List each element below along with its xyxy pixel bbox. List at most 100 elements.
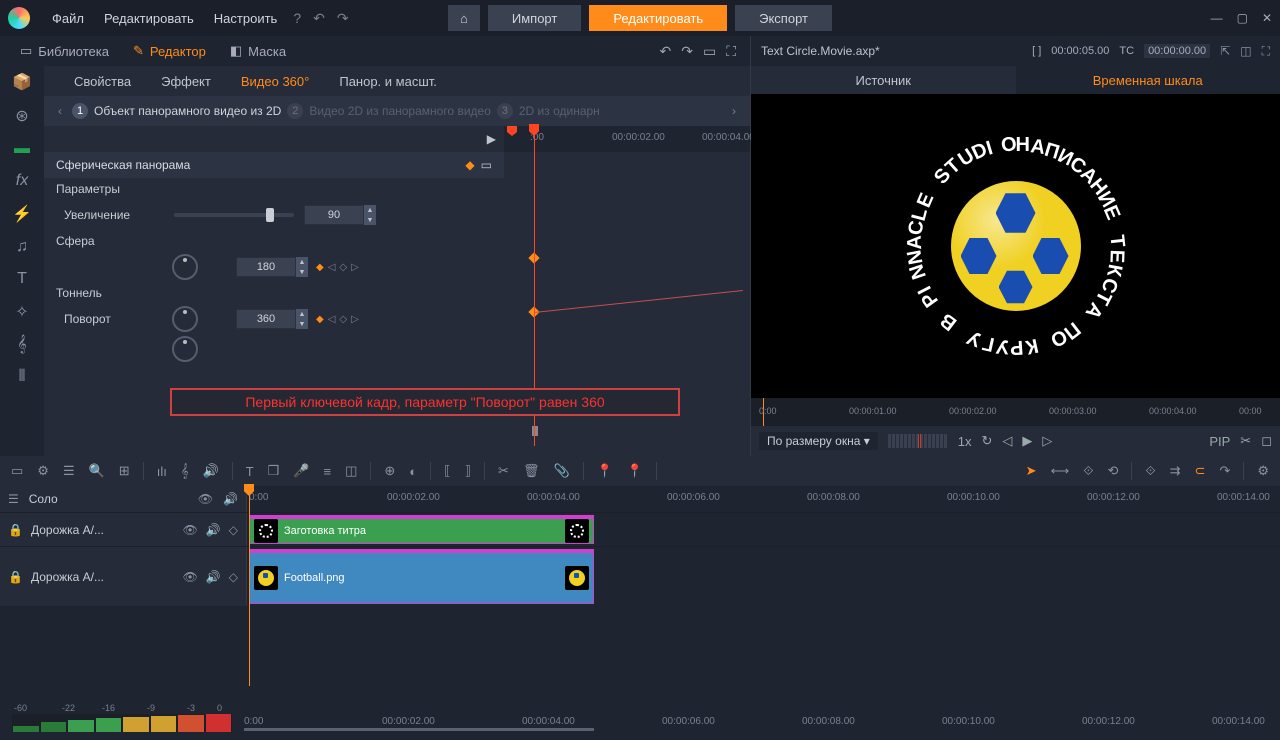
rotate-stepper[interactable]: ▲▼ bbox=[296, 309, 308, 329]
step1-label[interactable]: Объект панорамного видео из 2D bbox=[94, 104, 281, 118]
speed-label[interactable]: 1x bbox=[958, 434, 972, 449]
track1-speaker-icon[interactable]: 🔊 bbox=[206, 523, 221, 537]
sidebar-text-icon[interactable]: T bbox=[17, 270, 27, 288]
preview-tab-timeline[interactable]: Временная шкала bbox=[1016, 66, 1280, 94]
sidebar-columns-icon[interactable]: ⦀ bbox=[18, 368, 25, 386]
tl-trim2-icon[interactable]: ⟧ bbox=[462, 463, 474, 479]
sphere-rotary[interactable] bbox=[172, 254, 198, 280]
sidebar-globe-icon[interactable]: ⊛ bbox=[15, 106, 28, 126]
track1-name[interactable]: Дорожка A/... bbox=[31, 523, 104, 537]
sphere-kf-icon[interactable]: ◆ bbox=[316, 262, 324, 273]
tl-zoom-icon[interactable]: 🔍 bbox=[86, 463, 108, 479]
close-icon[interactable]: ✕ bbox=[1262, 11, 1272, 25]
tl-speaker-icon[interactable]: 🔊 bbox=[223, 492, 238, 506]
tl-marker2-icon[interactable]: 📍 bbox=[624, 463, 646, 479]
tl-treble-icon[interactable]: 𝄞 bbox=[178, 463, 192, 479]
tl-clip-icon[interactable]: 📎 bbox=[550, 463, 572, 479]
rotate-kf-icon[interactable]: ◆ bbox=[316, 314, 324, 325]
timeline-playhead[interactable] bbox=[249, 486, 250, 686]
tl-slip-icon[interactable]: ⟲ bbox=[1104, 463, 1121, 479]
track2-name[interactable]: Дорожка A/... bbox=[31, 570, 104, 584]
tl-split-icon[interactable]: ◫ bbox=[342, 463, 360, 479]
sidebar-layers-icon[interactable]: ▬ bbox=[14, 140, 30, 158]
sidebar-bolt-icon[interactable]: ⚡ bbox=[12, 204, 32, 224]
efftab-properties[interactable]: Свойства bbox=[74, 74, 131, 89]
tl-collapse-icon[interactable]: ☰ bbox=[8, 492, 19, 506]
help-icon[interactable]: ? bbox=[287, 10, 307, 26]
tl-gear2-icon[interactable]: ⚙ bbox=[1254, 463, 1272, 479]
tl-gear-icon[interactable]: ⚙ bbox=[34, 463, 52, 479]
full-icon[interactable]: ⛶ bbox=[1262, 44, 1270, 59]
sphere-kf-next[interactable]: ▷ bbox=[351, 262, 359, 273]
sidebar-fx-icon[interactable]: fx bbox=[16, 172, 28, 190]
step-prev-icon[interactable]: ‹ bbox=[54, 104, 66, 118]
menu-settings[interactable]: Настроить bbox=[204, 11, 288, 26]
tab-mask[interactable]: ◧Маска bbox=[218, 43, 298, 59]
step-fwd-icon[interactable]: ▷ bbox=[1042, 433, 1052, 449]
track2-eye-icon[interactable]: 👁 bbox=[183, 570, 198, 584]
kf-bottom-marker[interactable] bbox=[532, 426, 538, 436]
maximize-icon[interactable]: ▢ bbox=[1237, 11, 1248, 25]
zoom-slider[interactable] bbox=[174, 213, 294, 217]
clip-title-template[interactable]: Заготовка титра bbox=[249, 515, 594, 544]
step2-label[interactable]: Видео 2D из панорамного видео bbox=[309, 104, 491, 118]
clip-football-png[interactable]: Football.png bbox=[249, 549, 594, 604]
undo-icon[interactable]: ↶ bbox=[307, 10, 331, 27]
snapshot-icon[interactable]: ◻ bbox=[1261, 433, 1272, 449]
sidebar-music-icon[interactable]: ♫ bbox=[16, 238, 28, 256]
loop-icon[interactable]: ↻ bbox=[981, 433, 992, 449]
kf-diamond-icon[interactable]: ◆ bbox=[465, 158, 474, 172]
efftab-video360[interactable]: Видео 360° bbox=[241, 74, 309, 89]
panel-icon[interactable]: ▭ bbox=[703, 43, 716, 60]
import-button[interactable]: Импорт bbox=[488, 5, 581, 31]
tl-magnet-icon[interactable]: ⊂ bbox=[1192, 463, 1209, 479]
tl-razor-icon[interactable]: ⟐ bbox=[1080, 463, 1096, 479]
rotate-rotary[interactable] bbox=[172, 306, 198, 332]
pip-label[interactable]: PIP bbox=[1209, 434, 1230, 449]
kf-window-icon[interactable]: ▭ bbox=[481, 158, 492, 172]
rotate-kf-next[interactable]: ▷ bbox=[351, 314, 359, 325]
menu-file[interactable]: Файл bbox=[42, 11, 94, 26]
fullscreen-icon[interactable]: ⛶ bbox=[726, 43, 736, 60]
tl-snap-icon[interactable]: ⊞ bbox=[116, 463, 133, 479]
track2-speaker-icon[interactable]: 🔊 bbox=[206, 570, 221, 584]
sphere-kf-add[interactable]: ◇ bbox=[339, 262, 347, 273]
tl-marker-icon[interactable]: 📍 bbox=[594, 463, 616, 479]
step-next-icon[interactable]: › bbox=[728, 104, 740, 118]
tl-storyboard-icon[interactable]: ▭ bbox=[8, 463, 26, 479]
tl-trim-icon[interactable]: ⟦ bbox=[441, 463, 453, 479]
redo-icon[interactable]: ↷ bbox=[331, 10, 355, 27]
tl-link-icon[interactable]: ⟐ bbox=[1142, 463, 1158, 479]
timeline-scrollbar[interactable] bbox=[244, 728, 594, 731]
track2-kf-icon[interactable]: ◇ bbox=[229, 570, 238, 584]
sidebar-treble-icon[interactable]: 𝄞 bbox=[17, 336, 26, 354]
sphere-kf-prev[interactable]: ◁ bbox=[328, 262, 336, 273]
edit-button[interactable]: Редактировать bbox=[589, 5, 727, 31]
tl-vol-icon[interactable]: 🔊 bbox=[200, 463, 222, 479]
popout-icon[interactable]: ⇱ bbox=[1220, 44, 1230, 58]
rotate-rotary-2[interactable] bbox=[172, 336, 198, 362]
minimize-icon[interactable]: — bbox=[1211, 11, 1223, 25]
kf-range-start[interactable] bbox=[507, 126, 517, 136]
sphere-value[interactable]: 180 bbox=[236, 257, 296, 277]
tl-title-icon[interactable]: T bbox=[243, 464, 257, 479]
tl-cut-icon[interactable]: ✂ bbox=[495, 463, 512, 479]
export-button[interactable]: Экспорт bbox=[735, 5, 832, 31]
tl-handtool-icon[interactable]: ⟷ bbox=[1048, 463, 1073, 479]
zoom-stepper[interactable]: ▲▼ bbox=[364, 205, 376, 225]
efftab-effect[interactable]: Эффект bbox=[161, 74, 211, 89]
play-kf-icon[interactable]: ▶ bbox=[487, 132, 496, 146]
dual-icon[interactable]: ◫ bbox=[1240, 44, 1251, 58]
tl-3d-icon[interactable]: ❒ bbox=[265, 463, 283, 479]
tl-motion-icon[interactable]: ≡ bbox=[321, 464, 335, 479]
tl-multicam-icon[interactable]: ⊕ bbox=[381, 463, 398, 479]
undo-panel-icon[interactable]: ↶ bbox=[659, 43, 671, 60]
sphere-stepper[interactable]: ▲▼ bbox=[296, 257, 308, 277]
tab-library[interactable]: ▭Библиотека bbox=[8, 43, 121, 59]
step-back-icon[interactable]: ◁ bbox=[1002, 433, 1012, 449]
rotate-value[interactable]: 360 bbox=[236, 309, 296, 329]
tl-eye-icon[interactable]: 👁 bbox=[198, 492, 213, 506]
sidebar-box-icon[interactable]: 📦 bbox=[12, 72, 32, 92]
tl-audio-icon[interactable]: ılı bbox=[154, 464, 170, 479]
crop-icon[interactable]: ✂ bbox=[1240, 433, 1251, 449]
